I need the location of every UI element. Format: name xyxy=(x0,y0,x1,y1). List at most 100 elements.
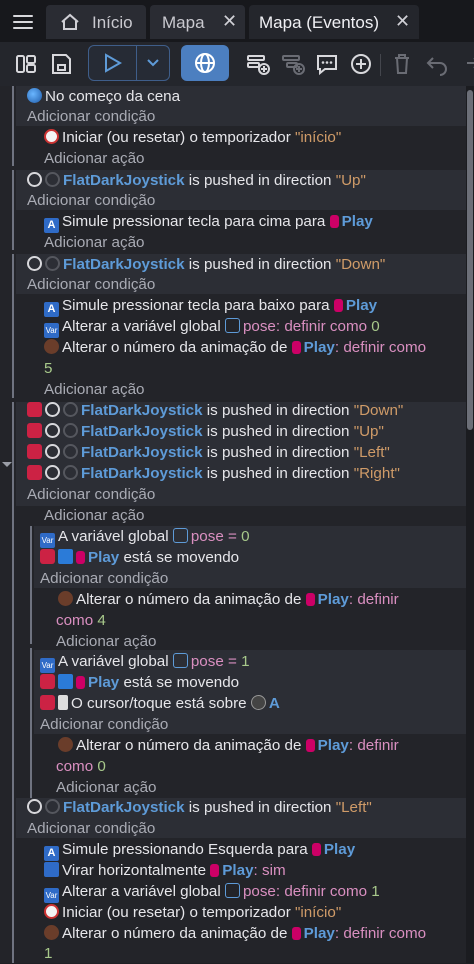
redo-icon[interactable] xyxy=(458,48,474,80)
tab-label: Mapa xyxy=(162,13,205,32)
invert-icon xyxy=(27,402,42,417)
preview-button-group xyxy=(88,45,170,81)
condition-row[interactable]: Play está se movendo xyxy=(40,672,239,693)
condition-row[interactable]: Var A variável global pose = 0 xyxy=(40,526,250,548)
home-icon xyxy=(61,13,79,30)
add-condition-button[interactable]: Adicionar condição xyxy=(27,106,155,127)
event-gutter xyxy=(12,796,14,963)
play-icon[interactable] xyxy=(102,53,122,73)
movement-icon xyxy=(58,674,73,689)
chevron-down-icon[interactable] xyxy=(146,57,160,69)
keyboard-key-icon: A xyxy=(44,302,59,317)
add-subevent-icon[interactable] xyxy=(280,48,306,80)
add-condition-button[interactable]: Adicionar condição xyxy=(27,818,155,839)
action-row[interactable]: Iniciar (ou resetar) o temporizador "iní… xyxy=(44,127,341,148)
events-panel-icon[interactable] xyxy=(14,48,38,80)
event-gutter xyxy=(12,170,14,250)
condition-row[interactable]: O cursor/toque está sobre A xyxy=(40,693,280,714)
condition-row[interactable]: FlatDarkJoystick is pushed in direction … xyxy=(27,797,372,818)
tab-mapa[interactable]: Mapa ✕ xyxy=(150,5,245,39)
sprite-icon xyxy=(291,927,301,940)
variable-icon: Var xyxy=(40,658,55,673)
subevent-gutter xyxy=(30,648,32,798)
joystick-object-icon xyxy=(45,172,60,187)
add-condition-button[interactable]: Adicionar condição xyxy=(27,484,155,505)
add-action-button[interactable]: Adicionar ação xyxy=(44,379,144,400)
add-condition-button[interactable]: Adicionar condição xyxy=(40,568,168,589)
invert-icon xyxy=(27,465,42,480)
condition-row[interactable]: No começo da cena xyxy=(27,86,180,107)
undo-icon[interactable] xyxy=(425,48,449,80)
condition-row[interactable]: FlatDarkJoystick is pushed in direction … xyxy=(27,442,390,463)
action-row[interactable]: A Simule pressionar tecla para baixo para… xyxy=(44,295,377,317)
action-row[interactable]: Alterar o número da animação de Play: de… xyxy=(58,589,399,610)
invert-icon xyxy=(40,549,55,564)
variable-icon: Var xyxy=(44,888,59,903)
action-row[interactable]: Alterar o número da animação de Play: de… xyxy=(44,923,426,944)
cursor-icon xyxy=(58,695,68,710)
movement-icon xyxy=(58,549,73,564)
condition-row[interactable]: FlatDarkJoystick is pushed in direction … xyxy=(27,170,366,191)
action-row[interactable]: A Simule pressionando Esquerda para Play xyxy=(44,839,355,861)
add-event-icon[interactable] xyxy=(245,48,271,80)
add-icon[interactable] xyxy=(349,48,373,80)
action-row[interactable]: Var Alterar a variável global pose: defin… xyxy=(44,316,380,338)
add-condition-button[interactable]: Adicionar condição xyxy=(27,274,155,295)
action-row[interactable]: Virar horizontalmente Play: sim xyxy=(44,860,286,881)
sprite-icon xyxy=(305,593,315,606)
scrollbar-thumb[interactable] xyxy=(467,90,473,430)
add-condition-button[interactable]: Adicionar condição xyxy=(27,190,155,211)
joystick-icon xyxy=(27,799,42,814)
sprite-icon xyxy=(210,864,220,877)
joystick-object-icon xyxy=(63,402,78,417)
tab-mapa-eventos[interactable]: Mapa (Eventos) ✕ xyxy=(249,5,419,39)
global-variable-icon xyxy=(172,653,188,668)
action-value: 5 xyxy=(44,360,53,377)
global-variable-icon xyxy=(172,528,188,543)
action-row[interactable]: Alterar o número da animação de Play: de… xyxy=(44,337,426,358)
add-condition-button[interactable]: Adicionar condição xyxy=(40,714,168,735)
action-value: 1 xyxy=(44,945,53,962)
close-tab-icon[interactable]: ✕ xyxy=(395,11,410,32)
add-action-button[interactable]: Adicionar ação xyxy=(56,777,156,798)
joystick-object-icon xyxy=(63,465,78,480)
add-action-button[interactable]: Adicionar ação xyxy=(56,631,156,652)
joystick-object-icon xyxy=(63,423,78,438)
add-action-button[interactable]: Adicionar ação xyxy=(44,148,144,169)
joystick-icon xyxy=(45,423,60,438)
close-tab-icon[interactable]: ✕ xyxy=(222,11,237,32)
collapse-arrow-icon[interactable] xyxy=(2,462,12,467)
comment-icon[interactable] xyxy=(315,48,339,80)
event-gutter xyxy=(12,254,14,398)
joystick-icon xyxy=(45,465,60,480)
delete-icon[interactable] xyxy=(391,48,413,80)
save-icon[interactable] xyxy=(49,48,73,80)
toolbar xyxy=(0,42,474,86)
variable-icon: Var xyxy=(40,533,55,548)
sprite-icon xyxy=(305,739,315,752)
sprite-icon xyxy=(333,299,343,312)
invert-icon xyxy=(27,444,42,459)
globe-icon[interactable] xyxy=(181,45,229,81)
action-row[interactable]: A Simule pressionar tecla para cima para … xyxy=(44,211,373,233)
condition-row[interactable]: FlatDarkJoystick is pushed in direction … xyxy=(27,400,403,421)
condition-row[interactable]: FlatDarkJoystick is pushed in direction … xyxy=(27,254,385,275)
condition-row[interactable]: Var A variável global pose = 1 xyxy=(40,651,250,673)
sprite-icon xyxy=(329,215,339,228)
scrollbar[interactable] xyxy=(466,86,474,963)
sprite-icon xyxy=(76,551,85,564)
action-row[interactable]: Iniciar (ou resetar) o temporizador "iní… xyxy=(44,902,341,923)
condition-row[interactable]: FlatDarkJoystick is pushed in direction … xyxy=(27,463,400,484)
toolbar-divider xyxy=(380,54,381,76)
hamburger-menu-icon[interactable] xyxy=(7,7,39,37)
add-action-button[interactable]: Adicionar ação xyxy=(44,232,144,253)
event-gutter xyxy=(12,402,14,798)
animation-icon xyxy=(58,591,73,606)
condition-row[interactable]: FlatDarkJoystick is pushed in direction … xyxy=(27,421,384,442)
action-row[interactable]: Var Alterar a variável global pose: defin… xyxy=(44,881,380,903)
condition-row[interactable]: Play está se movendo xyxy=(40,547,239,568)
timer-icon xyxy=(44,129,59,144)
tab-home[interactable]: Início xyxy=(46,5,146,39)
add-action-button[interactable]: Adicionar ação xyxy=(44,505,144,526)
action-row[interactable]: Alterar o número da animação de Play: de… xyxy=(58,735,399,756)
